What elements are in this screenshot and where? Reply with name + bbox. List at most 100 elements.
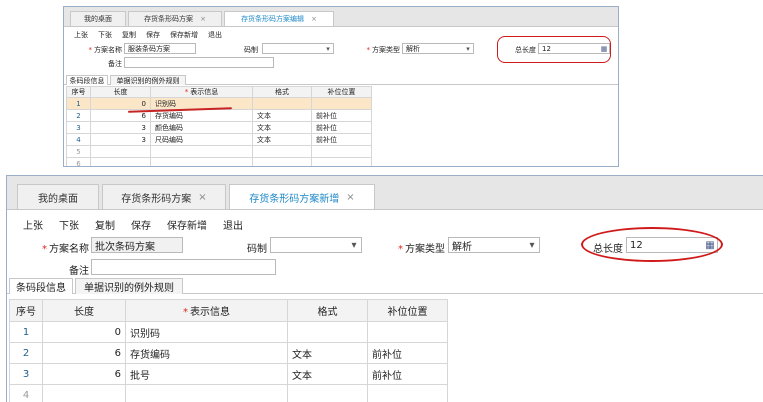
table-row[interactable]: 2 6 存货编码 文本 前补位 (9, 342, 448, 364)
chevron-down-icon[interactable]: ▾ (463, 44, 473, 53)
table-row[interactable]: 5 (66, 145, 402, 158)
table-row[interactable]: 3 6 批号 文本 前补位 (9, 363, 448, 385)
cell-length[interactable]: 6 (42, 363, 126, 385)
chevron-down-icon[interactable]: ▾ (347, 238, 361, 252)
calculator-icon[interactable]: ▦ (703, 238, 717, 252)
cell-format[interactable] (252, 157, 312, 166)
cell-format[interactable]: 文本 (252, 133, 312, 146)
table-row[interactable]: 1 0 识别码 (9, 321, 448, 343)
cell-format[interactable] (252, 145, 312, 158)
remark-input[interactable] (124, 57, 274, 68)
exit-button[interactable]: 退出 (208, 30, 222, 40)
cell-length[interactable] (90, 157, 151, 166)
chevron-down-icon[interactable]: ▾ (323, 44, 333, 53)
save-and-new-button[interactable]: 保存新增 (167, 217, 207, 232)
cell-format[interactable]: 文本 (252, 109, 312, 122)
cell-length[interactable]: 3 (90, 121, 151, 134)
cell-length[interactable] (42, 384, 126, 402)
subtab-segment-info[interactable]: 条码段信息 (66, 75, 108, 85)
cell-format[interactable] (287, 321, 368, 343)
required-mark: * (42, 244, 47, 255)
cell-format[interactable]: 文本 (287, 342, 368, 364)
tab-barcode-scheme-edit[interactable]: 存货条形码方案编辑 × (224, 11, 334, 26)
copy-button[interactable]: 复制 (95, 217, 115, 232)
cell-format[interactable]: 文本 (252, 121, 312, 134)
cell-info[interactable]: 批号 (125, 363, 288, 385)
cell-info[interactable] (150, 157, 253, 166)
remark-input[interactable] (91, 259, 276, 275)
cell-format[interactable] (287, 384, 368, 402)
column-header: 格式 (287, 299, 368, 322)
close-icon[interactable]: × (311, 15, 317, 23)
close-icon[interactable]: × (346, 192, 354, 203)
prev-button[interactable]: 上张 (74, 30, 88, 40)
next-button[interactable]: 下张 (59, 217, 79, 232)
total-length-input[interactable]: 12 ▦ (626, 237, 718, 253)
select-value: 解析 (406, 44, 420, 53)
total-length-label: 总长度 (593, 244, 623, 255)
cell-pad[interactable]: 前补位 (367, 342, 448, 364)
next-button[interactable]: 下张 (98, 30, 112, 40)
scheme-name-input[interactable]: 服装条码方案 (124, 43, 196, 54)
tab-barcode-scheme[interactable]: 存货条形码方案 × (102, 184, 226, 209)
scheme-type-select[interactable]: 解析 ▾ (448, 237, 540, 253)
table-row[interactable]: 6 (66, 157, 402, 166)
row-index: 2 (66, 109, 91, 122)
cell-pad[interactable] (367, 321, 448, 343)
input-value: 12 (542, 44, 551, 53)
close-icon[interactable]: × (198, 192, 206, 203)
cell-info[interactable]: 存货编码 (125, 342, 288, 364)
cell-info[interactable]: 尺码编码 (150, 133, 253, 146)
cell-pad[interactable] (311, 145, 372, 158)
column-header: 长度 (42, 299, 126, 322)
code-label: 码制 (244, 46, 258, 54)
save-and-new-button[interactable]: 保存新增 (170, 30, 198, 40)
chevron-down-icon[interactable]: ▾ (525, 238, 539, 252)
total-length-input[interactable]: 12 ▦ (538, 43, 610, 54)
calculator-icon[interactable]: ▦ (599, 44, 609, 53)
save-button[interactable]: 保存 (146, 30, 160, 40)
column-header: 序号 (66, 86, 91, 98)
subtab-exception-rules[interactable]: 单据识别的例外规则 (110, 75, 186, 85)
exit-button[interactable]: 退出 (223, 217, 243, 232)
save-button[interactable]: 保存 (131, 217, 151, 232)
subtab-segment-info[interactable]: 条码段信息 (9, 278, 73, 294)
scheme-name-input[interactable]: 批次条码方案 (91, 237, 183, 253)
cell-info[interactable]: 识别码 (125, 321, 288, 343)
cell-format[interactable]: 文本 (287, 363, 368, 385)
code-select[interactable]: ▾ (270, 237, 362, 253)
cell-info[interactable] (150, 145, 253, 158)
code-select[interactable]: ▾ (262, 43, 334, 54)
copy-button[interactable]: 复制 (122, 30, 136, 40)
cell-info[interactable]: 颜色编码 (150, 121, 253, 134)
cell-pad[interactable]: 前补位 (311, 121, 372, 134)
cell-pad[interactable]: 前补位 (311, 109, 372, 122)
tab-my-desktop[interactable]: 我的桌面 (70, 11, 126, 26)
scheme-type-select[interactable]: 解析 ▾ (402, 43, 474, 54)
cell-pad[interactable] (311, 97, 372, 110)
tab-barcode-scheme-new[interactable]: 存货条形码方案新增 × (229, 184, 375, 209)
cell-length[interactable]: 3 (90, 133, 151, 146)
prev-button[interactable]: 上张 (23, 217, 43, 232)
tab-my-desktop[interactable]: 我的桌面 (17, 184, 99, 209)
cell-format[interactable] (252, 97, 312, 110)
close-icon[interactable]: × (200, 15, 206, 23)
cell-pad[interactable] (367, 384, 448, 402)
cell-pad[interactable]: 前补位 (367, 363, 448, 385)
cell-length[interactable]: 6 (42, 342, 126, 364)
tab-label: 我的桌面 (38, 193, 78, 205)
subtab-exception-rules[interactable]: 单据识别的例外规则 (75, 278, 183, 294)
table-row[interactable]: 4 3 尺码编码 文本 前补位 (66, 133, 402, 146)
table-row[interactable]: 4 (9, 384, 448, 402)
tab-barcode-scheme[interactable]: 存货条形码方案 × (128, 11, 222, 26)
cell-length[interactable] (90, 145, 151, 158)
table-row[interactable]: 2 6 存货编码 文本 前补位 (66, 109, 402, 122)
table-row[interactable]: 3 3 颜色编码 文本 前补位 (66, 121, 402, 134)
cell-pad[interactable]: 前补位 (311, 133, 372, 146)
cell-info[interactable] (125, 384, 288, 402)
table-row[interactable]: 1 0 识别码 (66, 97, 402, 110)
cell-pad[interactable] (311, 157, 372, 166)
cell-length[interactable]: 0 (42, 321, 126, 343)
cell-length[interactable]: 0 (90, 97, 151, 110)
select-value: 解析 (452, 241, 472, 253)
